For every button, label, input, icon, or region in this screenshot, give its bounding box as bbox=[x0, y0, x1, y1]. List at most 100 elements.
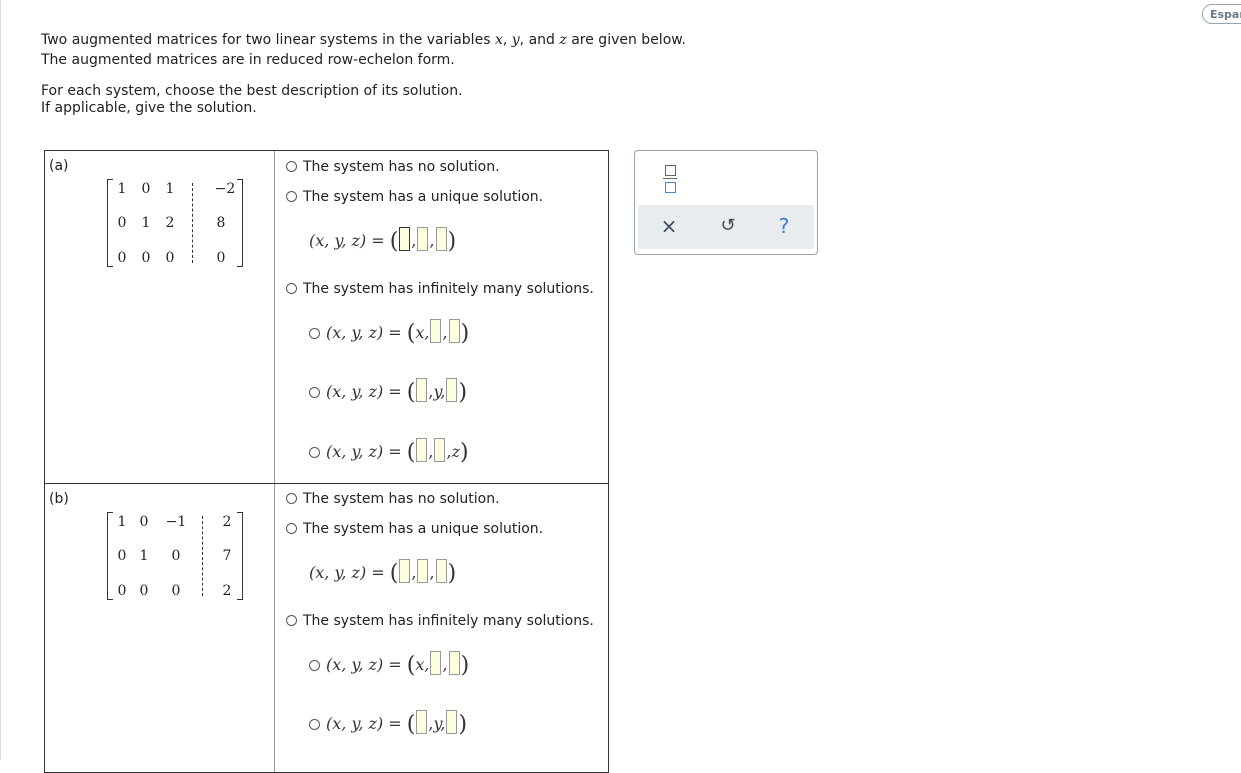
answer-input[interactable] bbox=[446, 710, 458, 734]
radio-button[interactable] bbox=[309, 719, 320, 730]
matrix-cell: 0 bbox=[117, 215, 127, 231]
answer-input-2[interactable] bbox=[417, 227, 429, 251]
radio-button[interactable] bbox=[309, 328, 320, 339]
equation-lhs: (x, y, z) = bbox=[326, 382, 402, 401]
answer-input-1[interactable] bbox=[399, 227, 411, 251]
equation-lhs: (x, y, z) = bbox=[326, 323, 402, 342]
answer-input[interactable] bbox=[416, 378, 428, 402]
math-tool-panel: × ↺ ? bbox=[634, 150, 818, 255]
page-left-border bbox=[0, 0, 1, 760]
radio-button[interactable] bbox=[286, 523, 297, 534]
help-icon[interactable]: ? bbox=[772, 215, 796, 237]
option-unique-solution[interactable]: The system has a unique solution. bbox=[286, 521, 543, 537]
clear-icon[interactable]: × bbox=[657, 215, 681, 237]
matrix-cell: 0 bbox=[216, 250, 226, 266]
equation-lhs: (x, y, z) = bbox=[326, 655, 402, 674]
matrix-cell: 1 bbox=[117, 181, 127, 197]
matrix-cell: 0 bbox=[171, 548, 181, 564]
answer-input[interactable] bbox=[448, 319, 460, 343]
matrix-cell: 7 bbox=[222, 548, 232, 564]
answer-input-3[interactable] bbox=[435, 559, 447, 583]
equation-lhs: (x, y, z) = bbox=[326, 442, 402, 461]
column-divider bbox=[274, 151, 275, 483]
answer-input[interactable] bbox=[416, 438, 428, 462]
augmented-matrix: 1 0 1 −2 0 1 2 8 0 0 0 0 bbox=[107, 179, 243, 267]
free-variable: y, bbox=[433, 382, 446, 401]
matrix-cell: 0 bbox=[141, 250, 151, 266]
answer-input-2[interactable] bbox=[417, 559, 429, 583]
matrix-cell: 1 bbox=[141, 215, 151, 231]
matrix-cell: 1 bbox=[139, 548, 149, 564]
language-button[interactable]: Españ bbox=[1202, 4, 1241, 24]
radio-button[interactable] bbox=[286, 191, 297, 202]
answer-input[interactable] bbox=[434, 438, 446, 462]
answer-input-3[interactable] bbox=[435, 227, 447, 251]
matrix-cell: 2 bbox=[222, 583, 232, 599]
param-solution-y[interactable]: (x, y, z) = (,y,) bbox=[309, 710, 467, 737]
augmented-matrix: 1 0 −1 2 0 1 0 7 0 0 0 2 bbox=[107, 512, 243, 600]
intro-text: are given below. bbox=[566, 32, 686, 48]
matrix-cell: −2 bbox=[214, 181, 236, 197]
option-infinite-solutions[interactable]: The system has infinitely many solutions… bbox=[286, 281, 594, 297]
option-label: The system has a unique solution. bbox=[303, 189, 544, 205]
free-variable: y, bbox=[433, 714, 446, 733]
tool-actions-bar: × ↺ ? bbox=[638, 205, 814, 249]
var-y: y bbox=[511, 32, 520, 48]
matrix-cell: 2 bbox=[165, 215, 175, 231]
matrix-cell: 1 bbox=[165, 181, 175, 197]
free-variable: x, bbox=[415, 655, 430, 674]
matrix-cell: −1 bbox=[165, 514, 187, 530]
radio-button[interactable] bbox=[286, 615, 297, 626]
radio-button[interactable] bbox=[286, 283, 297, 294]
fraction-line bbox=[663, 178, 677, 179]
option-unique-solution[interactable]: The system has a unique solution. bbox=[286, 189, 543, 205]
equation-lhs: (x, y, z) = bbox=[309, 563, 385, 582]
radio-button[interactable] bbox=[309, 660, 320, 671]
answer-input[interactable] bbox=[448, 651, 460, 675]
unique-solution-equation: (x, y, z) = (,,) bbox=[309, 559, 457, 586]
matrix-cell: 0 bbox=[117, 548, 127, 564]
option-label: The system has infinitely many solutions… bbox=[303, 613, 594, 629]
problem-label: (a) bbox=[49, 158, 69, 174]
answer-input[interactable] bbox=[416, 710, 428, 734]
option-label: The system has a unique solution. bbox=[303, 521, 544, 537]
matrix-cell: 1 bbox=[117, 514, 127, 530]
answer-input[interactable] bbox=[430, 319, 442, 343]
option-no-solution[interactable]: The system has no solution. bbox=[286, 159, 500, 175]
matrix-cell: 0 bbox=[139, 583, 149, 599]
radio-button[interactable] bbox=[286, 161, 297, 172]
fraction-icon[interactable] bbox=[663, 165, 677, 193]
var-x: x bbox=[494, 32, 503, 48]
intro-line-3: For each system, choose the best descrip… bbox=[41, 83, 463, 99]
var-z: z bbox=[559, 32, 567, 48]
fraction-denominator-box bbox=[665, 182, 676, 193]
column-divider bbox=[274, 484, 275, 772]
option-label: The system has no solution. bbox=[303, 159, 500, 175]
answer-input-1[interactable] bbox=[399, 559, 411, 583]
problem-b: (b) 1 0 −1 2 0 1 0 7 0 0 0 2 The system … bbox=[44, 483, 609, 773]
param-solution-x[interactable]: (x, y, z) = (x,,) bbox=[309, 319, 469, 346]
augment-bar bbox=[192, 183, 193, 263]
answer-input[interactable] bbox=[430, 651, 442, 675]
matrix-cell: 0 bbox=[165, 250, 175, 266]
equation-lhs: (x, y, z) = bbox=[326, 714, 402, 733]
fraction-numerator-box bbox=[665, 165, 676, 176]
answer-input[interactable] bbox=[446, 378, 458, 402]
option-infinite-solutions[interactable]: The system has infinitely many solutions… bbox=[286, 613, 594, 629]
intro-line-1: Two augmented matrices for two linear sy… bbox=[41, 32, 686, 48]
param-solution-x[interactable]: (x, y, z) = (x,,) bbox=[309, 651, 469, 678]
intro-sep: , and bbox=[519, 32, 560, 48]
matrix-cell: 0 bbox=[171, 583, 181, 599]
augment-bar bbox=[202, 516, 203, 596]
matrix-cell: 0 bbox=[141, 181, 151, 197]
param-solution-z[interactable]: (x, y, z) = (, ,z) bbox=[309, 438, 469, 465]
param-solution-y[interactable]: (x, y, z) = (,y,) bbox=[309, 378, 467, 405]
undo-icon[interactable]: ↺ bbox=[716, 215, 740, 237]
radio-button[interactable] bbox=[309, 387, 320, 398]
radio-button[interactable] bbox=[286, 493, 297, 504]
option-no-solution[interactable]: The system has no solution. bbox=[286, 491, 500, 507]
free-variable: z bbox=[451, 442, 460, 461]
radio-button[interactable] bbox=[309, 447, 320, 458]
intro-text: Two augmented matrices for two linear sy… bbox=[41, 32, 495, 48]
free-variable: x, bbox=[415, 323, 430, 342]
